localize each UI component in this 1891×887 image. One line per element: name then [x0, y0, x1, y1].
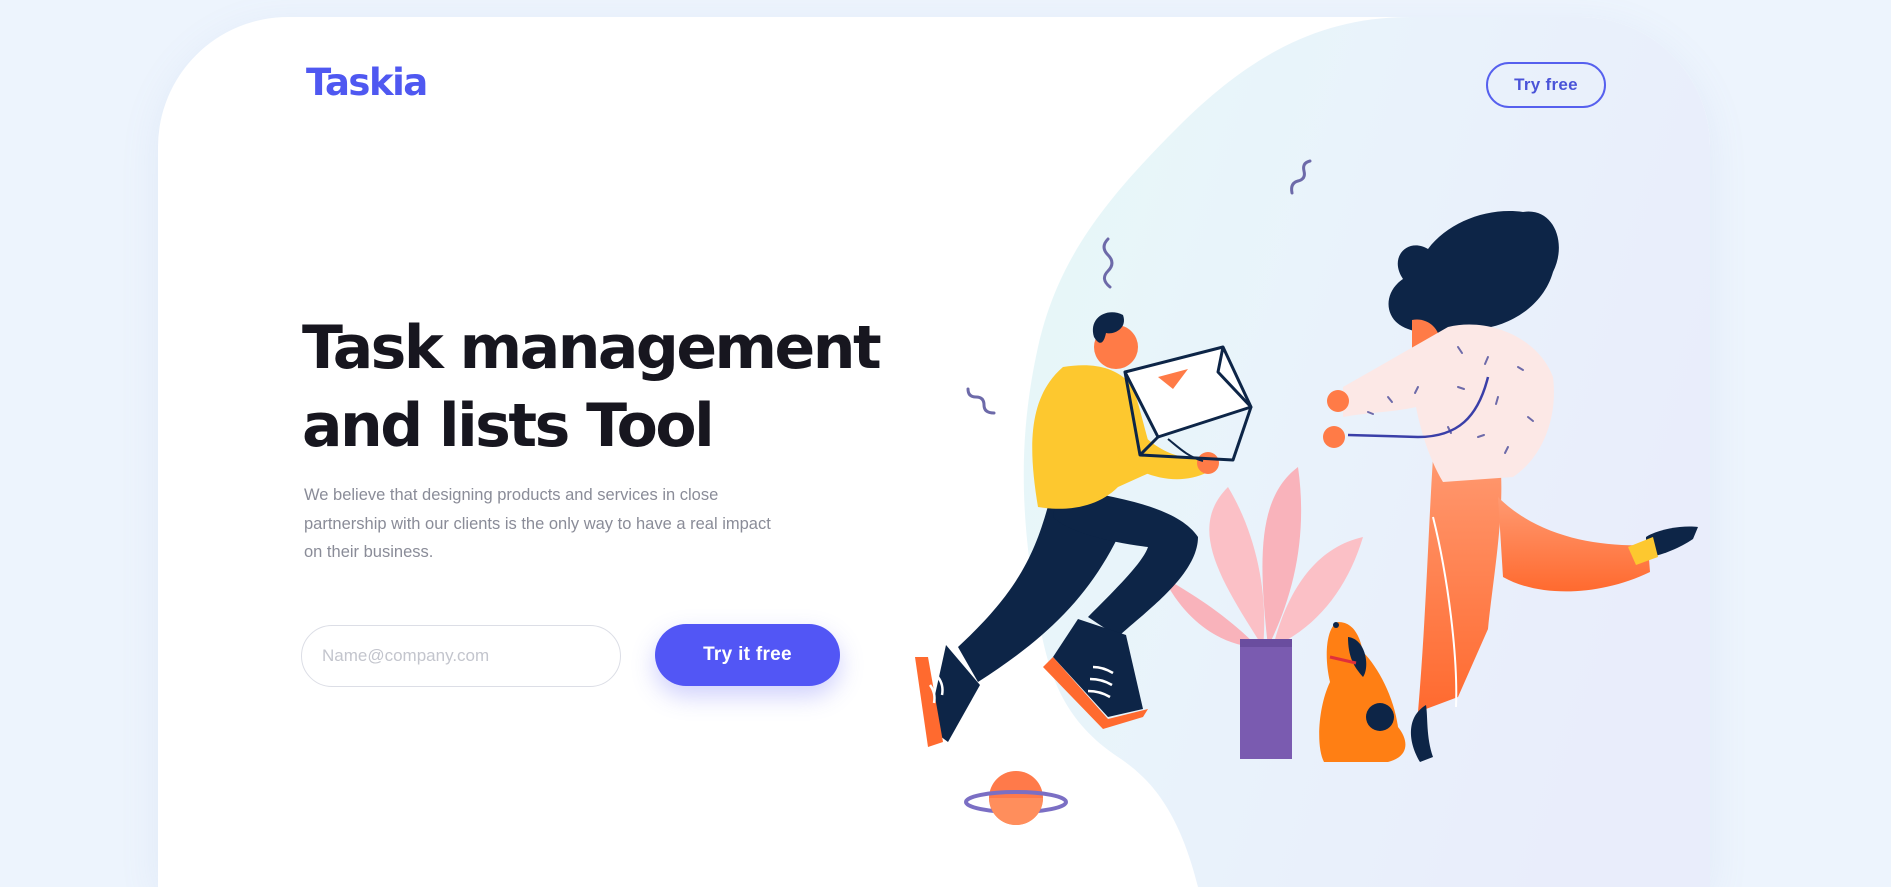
landing-card: Taskia Try free Task management and list… [158, 17, 1710, 887]
planet-icon [964, 771, 1068, 825]
dog-illustration [1319, 622, 1406, 762]
two-people-handing-box-illustration [915, 159, 1698, 825]
